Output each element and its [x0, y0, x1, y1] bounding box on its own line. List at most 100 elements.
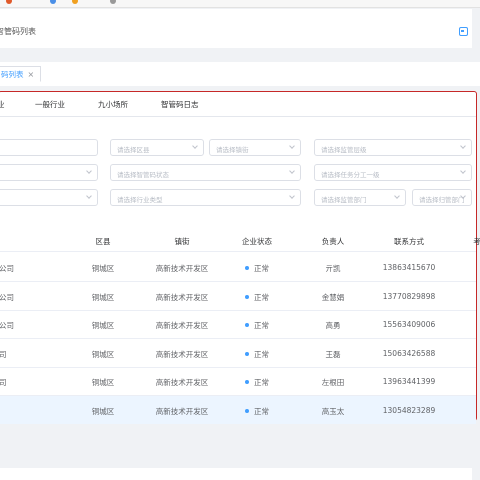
page-title: 智管码列表 [0, 27, 36, 36]
bookmark-4[interactable] [110, 0, 118, 5]
tab-label: 码列表 [1, 69, 24, 79]
bookmark-favicon-icon [72, 0, 78, 4]
main-content-panel: 业 一般行业 九小场所 智管码日志 请选择区县 请选择镇街 请选择监管层级 请选… [0, 91, 480, 425]
bookmark-3[interactable] [72, 0, 80, 5]
cell-company-name: 公司 [0, 321, 14, 330]
filter-select-row2-1[interactable] [0, 164, 98, 181]
tab-category-nine-small[interactable]: 九小场所 [98, 99, 128, 110]
chevron-down-icon [86, 193, 92, 199]
browser-bookmarks-bar [0, 0, 480, 8]
status-dot-icon [245, 380, 249, 384]
cell-company-name: 司 [0, 378, 7, 387]
table-row[interactable]: 铜城区 高新技术开发区 正常 高玉太 13054823289 [0, 395, 476, 425]
chevron-down-icon [460, 143, 466, 149]
code-status-select[interactable]: 请选择智管码状态 [110, 164, 301, 181]
cell-person: 高玉太 [321, 406, 345, 416]
tab-category-industry[interactable]: 业 [0, 99, 5, 110]
cell-person: 左根田 [321, 378, 345, 387]
task-division-select[interactable]: 请选择任务分工一级 [314, 164, 472, 181]
management-dept-select[interactable]: 请选择归管部门 [412, 189, 472, 206]
column-header-street[interactable]: 镇街 [175, 236, 190, 247]
chevron-down-icon [289, 143, 295, 149]
cell-street: 高新技术开发区 [155, 264, 209, 273]
cell-company-name: 公司 [0, 292, 14, 302]
supervision-dept-select[interactable]: 请选择监管部门 [314, 189, 406, 206]
cell-district: 铜城区 [91, 349, 115, 359]
cell-phone: 15063426588 [382, 348, 436, 358]
table-header: 区县 镇街 企业状态 负责人 联系方式 考 [0, 227, 480, 252]
cell-phone: 13054823289 [382, 405, 436, 415]
cell-street: 高新技术开发区 [155, 349, 209, 359]
category-tabs: 业 一般行业 九小场所 智管码日志 [0, 92, 476, 117]
chevron-down-icon [289, 168, 295, 174]
table-row[interactable]: 司 铜城区 高新技术开发区 正常 王磊 15063426588 [0, 339, 476, 368]
tab-smart-code-list[interactable]: 码列表 × [0, 66, 42, 82]
cell-person: 王磊 [325, 349, 341, 359]
status-text: 正常 [254, 292, 269, 302]
status-text: 正常 [254, 321, 269, 330]
district-select[interactable]: 请选择区县 [110, 139, 204, 156]
fullscreen-icon[interactable] [459, 27, 468, 36]
cell-district: 铜城区 [91, 321, 115, 330]
bookmark-favicon-icon [6, 0, 12, 4]
close-icon[interactable]: × [28, 70, 35, 79]
column-header-status[interactable]: 企业状态 [242, 236, 272, 247]
cell-status: 正常 [245, 349, 269, 360]
table-row[interactable]: 公司 铜城区 高新技术开发区 正常 金慧娟 13770829898 [0, 282, 476, 311]
status-dot-icon [245, 351, 249, 356]
cell-district: 铜城区 [91, 406, 115, 416]
cell-status: 正常 [245, 320, 269, 331]
column-header-phone[interactable]: 联系方式 [394, 236, 424, 247]
column-header-partial[interactable]: 考 [473, 236, 480, 247]
footer-panel [0, 468, 472, 480]
street-select[interactable]: 请选择镇街 [209, 139, 301, 156]
status-dot-icon [245, 294, 249, 299]
cell-phone: 13963441399 [382, 377, 436, 386]
column-header-person[interactable]: 负责人 [322, 236, 345, 247]
cell-phone: 13863415670 [382, 263, 436, 272]
cell-street: 高新技术开发区 [155, 378, 209, 387]
chevron-down-icon [460, 168, 466, 174]
table-row[interactable]: 公司 铜城区 高新技术开发区 正常 高勇 15563409006 [0, 310, 476, 339]
bookmark-2[interactable] [50, 0, 58, 5]
cell-phone: 13770829898 [382, 291, 436, 301]
status-dot-icon [245, 266, 249, 270]
cell-district: 铜城区 [91, 378, 115, 387]
page-header: 智管码列表 [0, 9, 472, 48]
chevron-down-icon [394, 193, 400, 199]
cell-status: 正常 [245, 263, 269, 274]
cell-street: 高新技术开发区 [155, 406, 209, 416]
cell-person: 高勇 [325, 321, 341, 330]
cell-person: 金慧娟 [321, 292, 345, 302]
bookmark-favicon-icon [50, 0, 56, 4]
status-text: 正常 [254, 264, 269, 273]
cell-company-name: 公司 [0, 264, 14, 273]
filter-select-row3-1[interactable] [0, 189, 98, 206]
column-header-district[interactable]: 区县 [96, 236, 111, 247]
tab-category-log[interactable]: 智管码日志 [161, 99, 199, 110]
cell-person: 亓凯 [325, 264, 341, 273]
cell-district: 铜城区 [91, 264, 115, 273]
cell-phone: 15563409006 [382, 320, 436, 329]
chevron-down-icon [192, 143, 198, 149]
cell-status: 正常 [245, 377, 269, 388]
industry-type-select[interactable]: 请选择行业类型 [110, 189, 301, 206]
status-text: 正常 [254, 349, 269, 359]
cell-district: 铜城区 [91, 292, 115, 302]
status-text: 正常 [254, 378, 269, 387]
table-row[interactable]: 公司 铜城区 高新技术开发区 正常 亓凯 13863415670 [0, 253, 476, 282]
chevron-down-icon [289, 193, 295, 199]
status-dot-icon [245, 408, 249, 413]
cell-street: 高新技术开发区 [155, 292, 209, 302]
cell-status: 正常 [245, 406, 269, 417]
supervision-level-select[interactable]: 请选择监管层级 [314, 139, 472, 156]
company-name-input[interactable] [0, 139, 98, 156]
table-row[interactable]: 司 铜城区 高新技术开发区 正常 左根田 13963441399 [0, 367, 476, 396]
cell-status: 正常 [245, 292, 269, 303]
status-dot-icon [245, 323, 249, 327]
bookmark-favicon-icon [110, 0, 116, 4]
chevron-down-icon [86, 168, 92, 174]
bookmark-1[interactable] [6, 0, 14, 5]
cell-street: 高新技术开发区 [155, 321, 209, 330]
tab-category-general[interactable]: 一般行业 [35, 99, 65, 110]
